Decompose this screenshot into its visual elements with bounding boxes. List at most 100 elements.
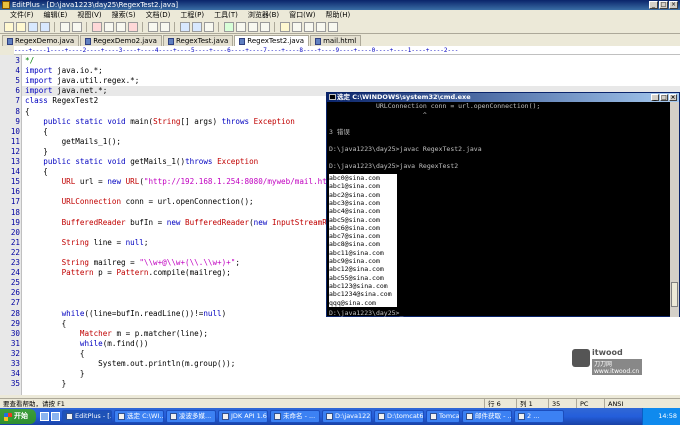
code-line[interactable]: { [25,107,30,117]
code-line[interactable]: public static void getMails_1()throws Ex… [25,157,258,167]
replace-icon[interactable] [192,22,202,32]
new-file-icon[interactable] [4,22,14,32]
taskbar-item[interactable]: D:\tomcat6... [374,410,424,423]
taskbar-item[interactable]: 未命名 - ... [270,410,320,423]
code-line[interactable]: URLConnection conn = url.openConnection(… [25,197,254,207]
redo-icon[interactable] [160,22,170,32]
word-wrap-icon[interactable] [224,22,234,32]
code-line[interactable]: System.out.println(m.group()); [25,359,235,369]
quicklaunch-desktop-icon[interactable] [40,412,49,421]
cmd-maximize-button[interactable]: □ [660,94,668,101]
code-line[interactable]: } [25,147,48,157]
font-icon[interactable] [260,22,270,32]
tab-regextest2[interactable]: RegexTest2.java [234,35,310,46]
menu-file[interactable]: 文件(F) [10,10,34,20]
taskbar-item[interactable]: EditPlus - [... [62,410,112,423]
browser-icon[interactable] [280,22,290,32]
goto-icon[interactable] [204,22,214,32]
taskbar-item[interactable]: JDK API 1.6... [218,410,268,423]
task-label: EditPlus - [... [75,412,112,420]
menu-view[interactable]: 视图(V) [77,10,101,20]
menu-help[interactable]: 帮助(H) [326,10,351,20]
line-number-icon[interactable] [248,22,258,32]
directory-icon[interactable] [316,22,326,32]
cmd-close-button[interactable]: × [669,94,677,101]
code-line[interactable]: { [25,349,85,359]
status-bar: 要查看帮助，请按 F1 行 6 列 1 35 PC ANSI [0,398,680,409]
delete-icon[interactable] [128,22,138,32]
code-line[interactable]: public static void main(String[] args) t… [25,117,295,127]
code-line[interactable]: String mailreg = "\\w+@\\w+(\\.\\w+)+"; [25,258,240,268]
minimize-button[interactable]: _ [649,1,658,9]
menu-bar: 文件(F) 编辑(E) 视图(V) 搜索(S) 文档(D) 工程(P) 工具(T… [0,10,680,20]
cmd-icon [329,94,336,100]
logo-subtext: 刀刀网 www.itwood.cn [592,359,642,375]
close-button[interactable]: × [669,1,678,9]
taskbar-item[interactable]: 选定 C:\WI... [114,410,164,423]
color-icon[interactable] [292,22,302,32]
code-line[interactable]: class RegexTest2 [25,96,98,106]
taskbar-item[interactable]: Tomcat [426,410,460,423]
cmd-title-bar[interactable]: 选定 C:\WINDOWS\system32\cmd.exe _ □ × [327,93,679,102]
tab-regexdemo2[interactable]: RegexDemo2.java [80,35,162,46]
code-line[interactable]: while((line=bufIn.readLine())!=null) [25,309,227,319]
cut-icon[interactable] [92,22,102,32]
find-icon[interactable] [180,22,190,32]
quicklaunch-ie-icon[interactable] [51,412,60,421]
cmd-window[interactable]: 选定 C:\WINDOWS\system32\cmd.exe _ □ × abc… [326,92,680,317]
cmd-scroll-thumb[interactable] [671,282,678,307]
tab-mail-html[interactable]: mail.html [310,35,362,46]
cmd-output[interactable]: abc0@sina.com abc1@sina.com abc2@sina.com a… [327,102,679,317]
toolbar-separator [86,22,88,32]
save-all-icon[interactable] [40,22,50,32]
code-line[interactable]: */ [25,56,34,66]
menu-document[interactable]: 文档(D) [146,10,171,20]
save-icon[interactable] [28,22,38,32]
taskbar-item[interactable]: 2 ... [514,410,564,423]
code-line[interactable]: import java.util.regex.*; [25,76,139,86]
line-number-gutter: 3 4 5 6 7 8 9 10 11 12 13 14 15 16 17 18 19 20 21 22 23 24 25 2… [0,55,22,395]
start-button[interactable]: 开始 [0,409,36,424]
menu-project[interactable]: 工程(P) [180,10,204,20]
menu-tools[interactable]: 工具(T) [214,10,238,20]
paste-icon[interactable] [116,22,126,32]
cmd-minimize-button[interactable]: _ [651,94,659,101]
code-line[interactable]: { [25,127,48,137]
cmd-email-line: abc7@sina.com [329,232,380,241]
print-preview-icon[interactable] [72,22,82,32]
task-label: JDK API 1.6... [231,412,267,420]
code-line[interactable]: } [25,369,85,379]
code-line[interactable]: URL url = new URL("http://192.168.1.254:… [25,177,350,187]
line-number: 34 [10,369,20,379]
cmd-email-line: abc9@sina.com [329,257,380,265]
cmd-scrollbar[interactable] [670,102,679,317]
tab-regexdemo[interactable]: RegexDemo.java [2,35,80,46]
code-line[interactable]: String line = null; [25,238,149,248]
help-icon[interactable] [328,22,338,32]
code-line[interactable]: { [25,319,67,329]
menu-browser[interactable]: 浏览器(B) [248,10,279,20]
code-line[interactable]: Pattern p = Pattern.compile(mailreg); [25,268,231,278]
maximize-button[interactable]: □ [659,1,668,9]
ruler-icon[interactable] [236,22,246,32]
settings-icon[interactable] [304,22,314,32]
print-icon[interactable] [60,22,70,32]
menu-window[interactable]: 窗口(W) [289,10,315,20]
taskbar-item[interactable]: 凌波多媒... [166,410,216,423]
code-line[interactable]: while(m.find()) [25,339,149,349]
copy-icon[interactable] [104,22,114,32]
taskbar-item[interactable]: 邮件获取 - ... [462,410,512,423]
menu-edit[interactable]: 编辑(E) [44,10,68,20]
taskbar-item[interactable]: D:\java122... [322,410,372,423]
line-number: 9 [15,116,20,126]
open-file-icon[interactable] [16,22,26,32]
code-line[interactable]: import java.io.*; [25,66,103,76]
tab-regextest[interactable]: RegexTest.java [162,35,234,46]
code-line[interactable]: { [25,167,48,177]
title-bar: EditPlus - [D:\java1223\day25\RegexTest2… [0,0,680,10]
code-line[interactable]: } [25,379,67,389]
code-line[interactable]: Matcher m = p.matcher(line); [25,329,208,339]
undo-icon[interactable] [148,22,158,32]
code-line[interactable]: getMails_1(); [25,137,121,147]
menu-search[interactable]: 搜索(S) [112,10,136,20]
